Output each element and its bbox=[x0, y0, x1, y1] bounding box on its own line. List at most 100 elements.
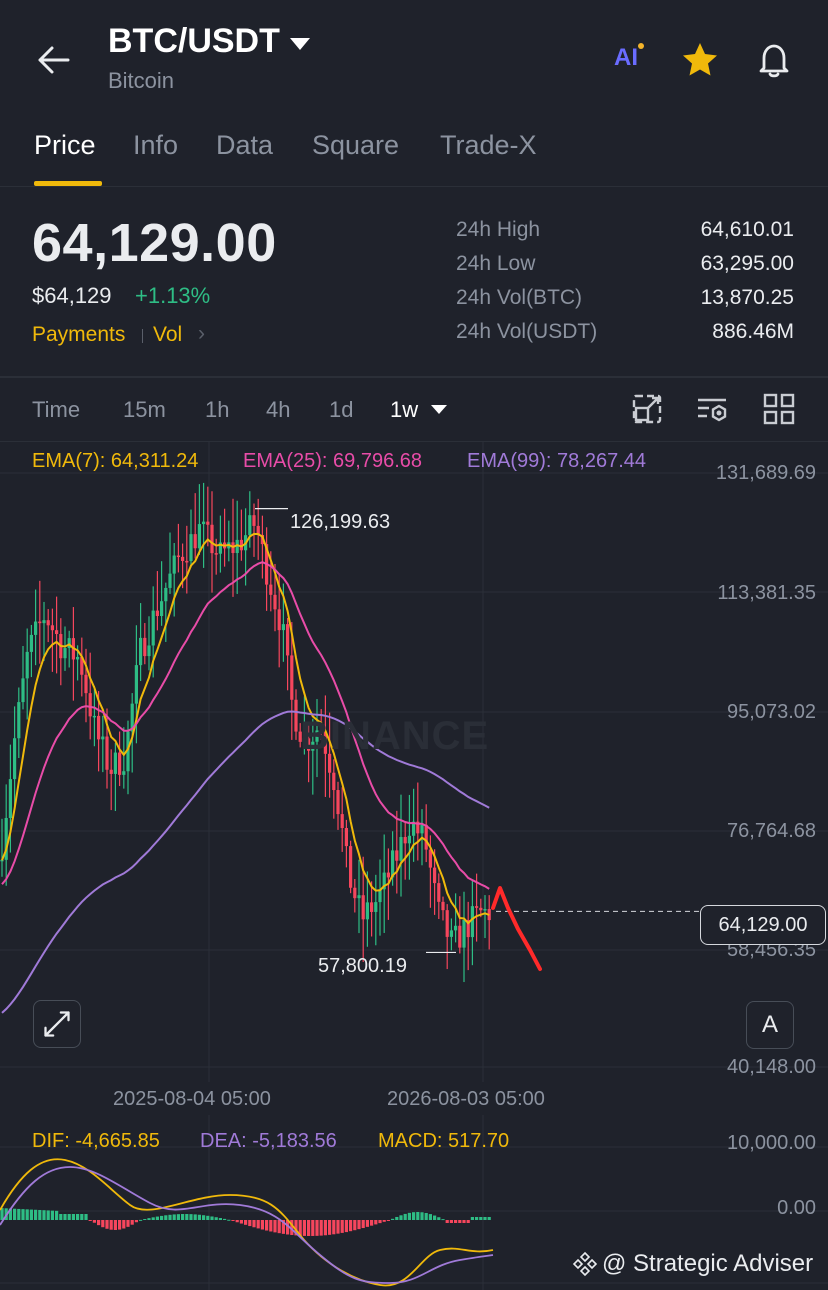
interval-time[interactable]: Time bbox=[32, 397, 80, 423]
pair-title: BTC/USDT bbox=[108, 22, 280, 60]
candle-body bbox=[155, 610, 159, 617]
macd-bar bbox=[202, 1215, 206, 1220]
macd-bar bbox=[71, 1214, 75, 1220]
tab-data[interactable]: Data bbox=[216, 130, 273, 161]
separator bbox=[142, 329, 143, 343]
candle-body bbox=[470, 906, 474, 938]
macd-bar bbox=[378, 1220, 382, 1224]
screenshot-icon[interactable] bbox=[630, 392, 664, 426]
macd-bar bbox=[302, 1220, 306, 1236]
macd-bar bbox=[46, 1210, 50, 1220]
candle-body bbox=[143, 637, 147, 657]
candle-body bbox=[403, 837, 407, 844]
candle-body bbox=[424, 824, 428, 850]
macd-bar bbox=[273, 1220, 277, 1233]
dif-label: DIF: -4,665.85 bbox=[32, 1130, 160, 1152]
macd-bar bbox=[189, 1214, 193, 1220]
candle-body bbox=[202, 521, 206, 525]
layout-grid-icon[interactable] bbox=[762, 392, 796, 426]
tab-trade-x[interactable]: Trade-X bbox=[440, 130, 537, 161]
stat-value-vol-usdt: 886.46M bbox=[712, 320, 794, 343]
macd-bar bbox=[134, 1220, 138, 1223]
candle-body bbox=[336, 790, 340, 815]
auto-scale-button[interactable]: A bbox=[746, 1001, 794, 1049]
tab-info[interactable]: Info bbox=[133, 130, 178, 161]
macd-bar bbox=[344, 1220, 348, 1233]
macd-bar bbox=[21, 1209, 25, 1220]
tab-square[interactable]: Square bbox=[312, 130, 399, 161]
macd-bar bbox=[101, 1220, 105, 1228]
candle-body bbox=[210, 524, 214, 554]
macd-bar bbox=[50, 1210, 54, 1220]
macd-bar bbox=[277, 1220, 281, 1234]
stat-value-low: 63,295.00 bbox=[700, 252, 794, 275]
payments-link[interactable]: Payments bbox=[32, 323, 125, 347]
candle-body bbox=[76, 656, 80, 660]
indicator-settings-icon[interactable] bbox=[695, 392, 729, 426]
candle-body bbox=[113, 752, 117, 774]
candle-body bbox=[361, 895, 365, 920]
chevron-right-icon: › bbox=[198, 322, 205, 345]
macd-bar bbox=[197, 1214, 201, 1220]
macd-bar bbox=[323, 1220, 327, 1236]
candle-body bbox=[97, 715, 101, 740]
interval-1h[interactable]: 1h bbox=[205, 397, 229, 423]
candle-body bbox=[483, 909, 487, 911]
candle-body bbox=[399, 837, 403, 861]
candle-body bbox=[353, 887, 357, 899]
macd-bar bbox=[462, 1220, 466, 1223]
candle-body bbox=[252, 515, 256, 526]
interval-15m[interactable]: 15m bbox=[123, 397, 166, 423]
back-arrow-icon[interactable] bbox=[34, 40, 74, 80]
macd-bar bbox=[97, 1220, 101, 1226]
macd-bar bbox=[319, 1220, 323, 1236]
candle-body bbox=[197, 524, 201, 549]
price-usd: $64,129 bbox=[32, 283, 112, 308]
candle-body bbox=[105, 736, 109, 770]
candle-body bbox=[357, 895, 361, 899]
macd-bar bbox=[122, 1220, 126, 1229]
candle-body bbox=[248, 515, 252, 536]
price-chart[interactable] bbox=[0, 442, 828, 1082]
macd-bar bbox=[92, 1220, 96, 1223]
bell-icon[interactable] bbox=[754, 40, 794, 80]
macd-bar bbox=[55, 1210, 59, 1220]
macd-bar bbox=[130, 1220, 134, 1225]
macd-bar bbox=[391, 1218, 395, 1220]
candle-body bbox=[84, 674, 88, 694]
macd-bar bbox=[353, 1220, 357, 1231]
candle-body bbox=[109, 769, 113, 774]
macd-histogram bbox=[0, 1208, 491, 1236]
macd-bar bbox=[265, 1220, 269, 1231]
macd-bar bbox=[458, 1220, 462, 1223]
stat-label-high: 24h High bbox=[456, 218, 541, 241]
x-tick: 2025-08-04 05:00 bbox=[113, 1088, 271, 1110]
macd-y-tick: 10,000.00 bbox=[727, 1132, 816, 1154]
ai-icon[interactable]: AI bbox=[614, 44, 638, 72]
candle-body bbox=[365, 902, 369, 920]
macd-bar bbox=[223, 1218, 227, 1220]
interval-4h[interactable]: 4h bbox=[266, 397, 290, 423]
candle-body bbox=[46, 620, 50, 626]
stat-label-low: 24h Low bbox=[456, 252, 536, 275]
candle-body bbox=[193, 534, 197, 549]
macd-bar bbox=[109, 1220, 113, 1230]
expand-icon[interactable] bbox=[33, 1000, 81, 1048]
macd-bar bbox=[386, 1220, 390, 1221]
macd-bar bbox=[399, 1215, 403, 1220]
candle-body bbox=[445, 910, 449, 937]
interval-1w[interactable]: 1w bbox=[390, 397, 418, 423]
macd-bar bbox=[218, 1218, 222, 1220]
interval-1d[interactable]: 1d bbox=[329, 397, 353, 423]
macd-bar bbox=[332, 1220, 336, 1235]
vol-link[interactable]: Vol bbox=[153, 323, 182, 347]
macd-bar bbox=[84, 1214, 88, 1220]
divider bbox=[0, 186, 828, 187]
pair-selector[interactable]: BTC/USDT bbox=[108, 22, 310, 61]
tab-price[interactable]: Price bbox=[34, 130, 96, 161]
macd-bar bbox=[269, 1220, 273, 1232]
macd-bar bbox=[454, 1220, 458, 1223]
macd-bar bbox=[147, 1218, 151, 1220]
candle-body bbox=[176, 555, 180, 558]
star-icon[interactable] bbox=[680, 40, 720, 80]
